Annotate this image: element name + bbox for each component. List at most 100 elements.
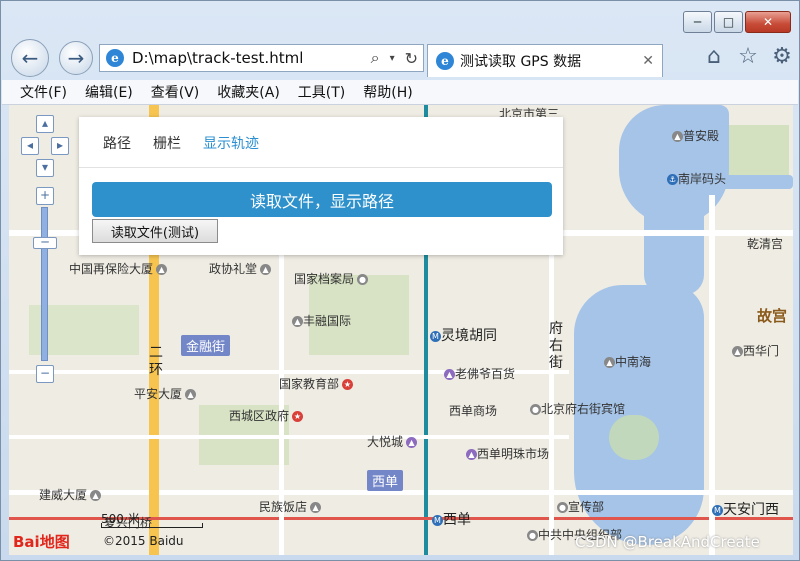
poi-icon: ▲ <box>672 131 683 142</box>
zoom-out-button[interactable]: − <box>36 365 54 383</box>
baidu-map[interactable]: 中国再保险大厦 ▲ 政协礼堂 ▲ 国家档案局 ● ▲ 丰融国际 金融街 M 灵境胡同 国家… <box>9 105 793 555</box>
map-label: 中国再保险大厦 ▲ <box>69 260 168 277</box>
close-icon[interactable]: ✕ <box>642 53 654 69</box>
read-file-show-route-button[interactable]: 读取文件，显示路径 <box>92 182 552 217</box>
close-window-button[interactable]: ✕ <box>745 11 791 33</box>
poi-text: 中南海 <box>615 355 652 369</box>
poi-text: 普安殿 <box>683 129 720 143</box>
map-label: ▲ 西华门 <box>729 342 779 359</box>
address-bar[interactable]: e D:\map\track-test.html ⌕ ▾ ↻ <box>99 44 424 72</box>
zoom-slider-handle[interactable]: ─ <box>33 236 57 249</box>
map-label: 民族饭店 ▲ <box>259 498 322 515</box>
tab-track-test[interactable]: e 测试读取 GPS 数据 ✕ <box>427 44 663 77</box>
anchor-icon: ⚓ <box>667 174 678 185</box>
poi-text: 国家教育部 <box>279 377 340 391</box>
map-road <box>9 435 569 439</box>
maximize-button[interactable]: □ <box>714 11 743 33</box>
map-label: 政协礼堂 ▲ <box>209 260 272 277</box>
map-label: 西城区政府 ★ <box>229 407 304 424</box>
map-copyright: ©2015 Baidu <box>103 534 184 548</box>
panel-divider <box>79 167 563 168</box>
poi-icon: ▲ <box>444 369 455 380</box>
poi-icon: ▲ <box>466 449 477 460</box>
metro-icon: M <box>432 514 443 526</box>
menu-bar: 文件(F) 编辑(E) 查看(V) 收藏夹(A) 工具(T) 帮助(H) <box>2 80 798 105</box>
pan-up-icon[interactable]: ▴ <box>36 115 54 133</box>
map-label: 国家档案局 ● <box>294 270 369 287</box>
map-badge-jinrongjie: 金融街 <box>181 335 231 356</box>
menu-view[interactable]: 查看(V) <box>151 82 200 102</box>
panel-tabs: 路径 栅栏 显示轨迹 <box>103 133 259 153</box>
poi-icon: ★ <box>342 379 354 390</box>
favorites-icon[interactable]: ☆ <box>735 43 761 69</box>
watermark: CSDN @BreakAndCreate <box>575 533 760 551</box>
map-label: 国家教育部 ★ <box>279 375 354 392</box>
search-icon[interactable]: ⌕ <box>371 48 380 68</box>
menu-favorites[interactable]: 收藏夹(A) <box>217 82 280 102</box>
poi-icon: ▲ <box>185 389 197 400</box>
baidu-map-logo: Bai地图 <box>13 533 70 551</box>
settings-icon[interactable]: ⚙ <box>769 43 795 69</box>
poi-text: 丰融国际 <box>303 314 352 328</box>
ie-tab-icon: e <box>436 52 454 70</box>
poi-icon: ▲ <box>90 490 102 501</box>
tab-show-track[interactable]: 显示轨迹 <box>203 133 259 153</box>
poi-text: 平安大厦 <box>134 387 183 401</box>
poi-icon: ★ <box>292 411 304 422</box>
pan-right-icon[interactable]: ▸ <box>51 137 69 155</box>
browser-window: ─ □ ✕ ← → e D:\map\track-test.html ⌕ ▾ ↻… <box>0 0 800 561</box>
poi-text: 北京府右街宾馆 <box>541 402 626 416</box>
map-street-label: 府 右 街 <box>549 321 563 371</box>
pan-down-icon[interactable]: ▾ <box>36 159 54 177</box>
poi-icon: ● <box>557 502 568 513</box>
poi-icon: ● <box>527 530 538 541</box>
poi-text: 建威大厦 <box>39 488 88 502</box>
home-icon[interactable]: ⌂ <box>701 43 727 69</box>
poi-icon: ● <box>357 274 369 285</box>
back-icon[interactable]: ← <box>11 39 49 77</box>
browser-tools: ⌂ ☆ ⚙ <box>701 43 795 69</box>
menu-tools[interactable]: 工具(T) <box>298 82 345 102</box>
map-label: ⚓ 南岸码头 <box>664 170 726 187</box>
map-label: ▲ 普安殿 <box>669 127 719 144</box>
poi-text: 西华门 <box>743 344 780 358</box>
address-url[interactable]: D:\map\track-test.html <box>132 49 366 67</box>
poi-icon: ▲ <box>260 264 272 275</box>
pan-left-icon[interactable]: ◂ <box>21 137 39 155</box>
poi-text: 民族饭店 <box>259 500 308 514</box>
dropdown-icon[interactable]: ▾ <box>390 53 395 64</box>
map-island <box>609 415 659 460</box>
poi-text: 西单明珠市场 <box>477 447 550 461</box>
map-label: M 灵境胡同 <box>427 325 497 345</box>
map-label: ▲ 老佛爷百货 <box>441 365 515 382</box>
map-label: 建威大厦 ▲ <box>39 486 102 503</box>
poi-text: 宣传部 <box>568 500 605 514</box>
poi-icon: ▲ <box>732 346 743 357</box>
map-label: 西单商场 <box>449 402 497 419</box>
map-label: ▲ 西单明珠市场 <box>463 445 549 462</box>
window-controls: ─ □ ✕ <box>683 11 791 33</box>
map-label: ▲ 丰融国际 <box>289 312 351 329</box>
tab-route[interactable]: 路径 <box>103 133 131 153</box>
map-label: M 西单 <box>429 509 471 529</box>
minimize-button[interactable]: ─ <box>683 11 712 33</box>
refresh-icon[interactable]: ↻ <box>405 49 418 68</box>
poi-text: 政协礼堂 <box>209 262 258 276</box>
tab-fence[interactable]: 栅栏 <box>153 133 181 153</box>
zoom-slider-track[interactable] <box>41 207 48 361</box>
menu-edit[interactable]: 编辑(E) <box>85 82 133 102</box>
poi-icon: ● <box>530 404 541 415</box>
poi-text: 南岸码头 <box>678 172 727 186</box>
tab-title: 测试读取 GPS 数据 <box>460 54 582 70</box>
menu-file[interactable]: 文件(F) <box>20 82 67 102</box>
forward-icon[interactable]: → <box>59 41 93 75</box>
map-label: 平安大厦 ▲ <box>134 385 197 402</box>
track-control-panel: 路径 栅栏 显示轨迹 读取文件，显示路径 读取文件(测试) <box>79 117 563 255</box>
read-file-test-button[interactable]: 读取文件(测试) <box>92 219 218 243</box>
map-label-gugong: 故宫 <box>757 307 788 325</box>
poi-icon: ▲ <box>156 264 168 275</box>
metro-icon: M <box>430 330 441 342</box>
menu-help[interactable]: 帮助(H) <box>363 82 412 102</box>
poi-text: 灵境胡同 <box>441 328 497 344</box>
zoom-in-button[interactable]: + <box>36 187 54 205</box>
